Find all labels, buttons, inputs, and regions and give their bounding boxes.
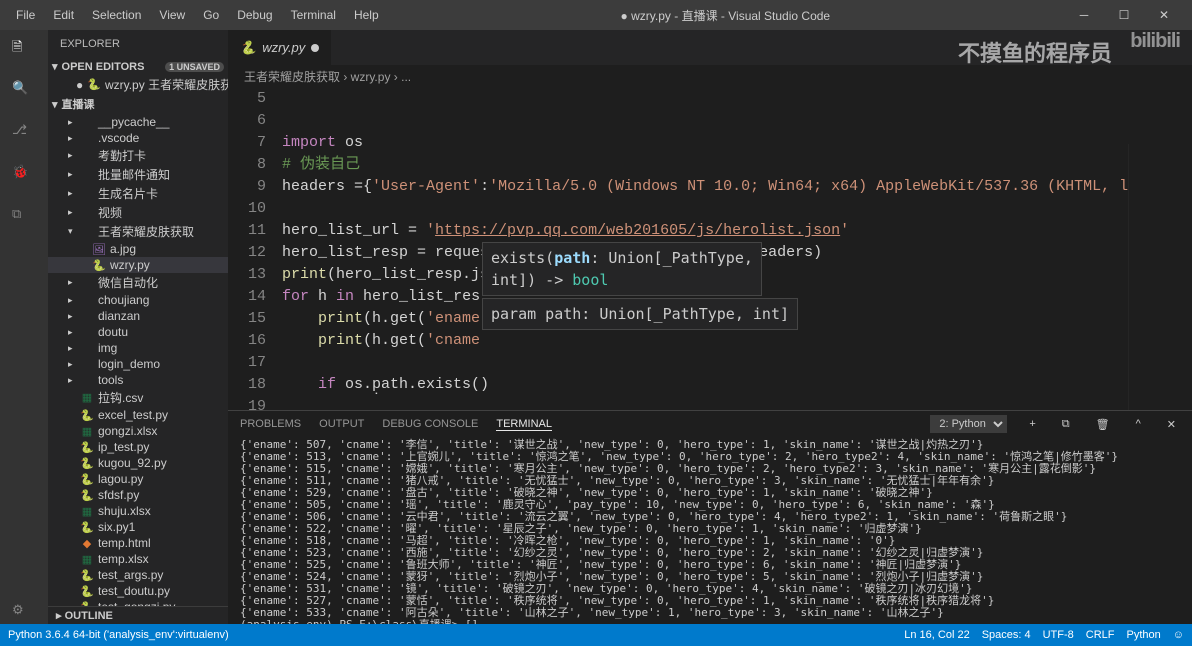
workspace-name: 直播课 [62,96,95,112]
open-editor-filename: wzry.py 王者荣耀皮肤获取 [105,76,244,93]
folder-.vscode[interactable]: ▸.vscode [48,130,228,146]
file-lagou.py[interactable]: 🐍lagou.py [48,471,228,487]
window-title: ● wzry.py - 直播课 - Visual Studio Code [387,7,1064,24]
menu-selection[interactable]: Selection [84,4,149,26]
split-terminal-icon[interactable]: ⧉ [1058,418,1074,431]
python-interpreter[interactable]: Python 3.6.4 64-bit ('analysis_env':virt… [8,629,229,641]
file-tree: ▸__pycache__▸.vscode▸考勤打卡▸批量邮件通知▸生成名片卡▸视… [48,114,228,606]
signature-hint: exists(path: Union[_PathType,int]) -> bo… [482,242,762,296]
file-sfdsf.py[interactable]: 🐍sfdsf.py [48,487,228,503]
debug-icon[interactable]: 🐞 [12,164,36,188]
folder-img[interactable]: ▸img [48,340,228,356]
source-control-icon[interactable]: ⎇ [12,122,36,146]
folder-doutu[interactable]: ▸doutu [48,324,228,340]
file-temp.xlsx[interactable]: ▦temp.xlsx [48,551,228,567]
status-item[interactable]: UTF-8 [1043,629,1074,641]
folder-批量邮件通知[interactable]: ▸批量邮件通知 [48,165,228,184]
open-editors-label: OPEN EDITORS [62,61,145,73]
status-item[interactable]: ☺ [1173,629,1184,641]
file-wzry.py[interactable]: 🐍wzry.py [48,257,228,273]
terminal-output[interactable]: {'ename': 507, 'cname': '李信', 'title': '… [228,437,1192,624]
menubar: FileEditSelectionViewGoDebugTerminalHelp [8,4,387,26]
folder-王者荣耀皮肤获取[interactable]: ▾王者荣耀皮肤获取 [48,222,228,241]
menu-debug[interactable]: Debug [229,4,280,26]
maximize-icon[interactable]: ☐ [1104,4,1144,26]
sidebar: EXPLORER ▾ OPEN EDITORS 1 UNSAVED ● 🐍 wz… [48,30,228,624]
file-ip_test.py[interactable]: 🐍ip_test.py [48,439,228,455]
titlebar: FileEditSelectionViewGoDebugTerminalHelp… [0,0,1192,30]
file-test_gongzi.py[interactable]: 🐍test_gongzi.py [48,599,228,606]
menu-go[interactable]: Go [195,4,227,26]
menu-view[interactable]: View [151,4,193,26]
unsaved-dot-icon [311,44,319,52]
status-item[interactable]: Python [1127,629,1161,641]
panel-tabs: PROBLEMS OUTPUT DEBUG CONSOLE TERMINAL 2: P… [228,411,1192,437]
status-item[interactable]: Ln 16, Col 22 [904,629,969,641]
folder-choujiang[interactable]: ▸choujiang [48,292,228,308]
maximize-panel-icon[interactable]: ^ [1132,418,1145,430]
file-temp.html[interactable]: ◆temp.html [48,535,228,551]
folder-微信自动化[interactable]: ▸微信自动化 [48,273,228,292]
folder-__pycache__[interactable]: ▸__pycache__ [48,114,228,130]
bottom-panel: PROBLEMS OUTPUT DEBUG CONSOLE TERMINAL 2: P… [228,410,1192,624]
status-item[interactable]: CRLF [1086,629,1115,641]
folder-login_demo[interactable]: ▸login_demo [48,356,228,372]
new-terminal-icon[interactable]: + [1025,418,1039,430]
file-shuju.xlsx[interactable]: ▦shuju.xlsx [48,503,228,519]
folder-考勤打卡[interactable]: ▸考勤打卡 [48,146,228,165]
tab-wzry[interactable]: 🐍 wzry.py [228,30,332,65]
search-icon[interactable]: 🔍 [12,80,36,104]
breadcrumb[interactable]: 王者荣耀皮肤获取 › wzry.py › ... [228,65,1192,88]
panel-tab-problems[interactable]: PROBLEMS [240,418,301,430]
window-controls: ─ ☐ ✕ [1064,4,1184,26]
folder-tools[interactable]: ▸tools [48,372,228,388]
file-拉钩.csv[interactable]: ▦拉钩.csv [48,388,228,407]
outline-header[interactable]: ▸ OUTLINE [48,606,228,624]
file-gongzi.xlsx[interactable]: ▦gongzi.xlsx [48,423,228,439]
close-panel-icon[interactable]: ✕ [1163,418,1180,431]
status-bar: Python 3.6.4 64-bit ('analysis_env':virt… [0,624,1192,646]
open-editor-item[interactable]: ● 🐍 wzry.py 王者荣耀皮肤获取 [48,75,228,94]
file-a.jpg[interactable]: 🖼a.jpg [48,241,228,257]
menu-help[interactable]: Help [346,4,387,26]
menu-terminal[interactable]: Terminal [283,4,344,26]
folder-生成名片卡[interactable]: ▸生成名片卡 [48,184,228,203]
extensions-icon[interactable]: ⧉ [12,206,36,230]
minimap[interactable] [1128,144,1192,410]
workspace-header[interactable]: ▾ 直播课 [48,94,228,114]
folder-视频[interactable]: ▸视频 [48,203,228,222]
file-kugou_92.py[interactable]: 🐍kugou_92.py [48,455,228,471]
panel-tab-output[interactable]: OUTPUT [319,418,364,430]
unsaved-badge: 1 UNSAVED [165,62,224,72]
panel-tab-debug-console[interactable]: DEBUG CONSOLE [382,418,478,430]
explorer-icon[interactable]: 🗎 [12,38,36,62]
file-test_args.py[interactable]: 🐍test_args.py [48,567,228,583]
file-test_doutu.py[interactable]: 🐍test_doutu.py [48,583,228,599]
close-icon[interactable]: ✕ [1144,4,1184,26]
panel-tab-terminal[interactable]: TERMINAL [496,418,552,431]
status-item[interactable]: Spaces: 4 [982,629,1031,641]
file-excel_test.py[interactable]: 🐍excel_test.py [48,407,228,423]
line-numbers: 56789101112131415161718192021 [228,88,282,410]
folder-dianzan[interactable]: ▸dianzan [48,308,228,324]
menu-edit[interactable]: Edit [45,4,82,26]
open-editors-header[interactable]: ▾ OPEN EDITORS 1 UNSAVED [48,58,228,75]
param-hint: param path: Union[_PathType, int] [482,298,798,330]
menu-file[interactable]: File [8,4,43,26]
python-icon: 🐍 [240,40,256,56]
minimize-icon[interactable]: ─ [1064,4,1104,26]
activity-bar: 🗎 🔍 ⎇ 🐞 ⧉ [0,30,48,624]
terminal-selector[interactable]: 2: Python [930,415,1007,433]
editor-tabs: 🐍 wzry.py [228,30,1192,65]
tab-label: wzry.py [262,40,305,55]
code-content[interactable]: import os# 伪装自己headers ={'User-Agent':'M… [282,88,1192,410]
kill-terminal-icon[interactable]: 🗑 [1092,418,1114,431]
gear-icon[interactable]: ⚙ [12,602,24,618]
file-six.py1[interactable]: 🐍six.py1 [48,519,228,535]
sidebar-title: EXPLORER [48,30,228,58]
code-editor[interactable]: 56789101112131415161718192021 import os#… [228,88,1192,410]
editor-area: 🐍 wzry.py 王者荣耀皮肤获取 › wzry.py › ... 56789… [228,30,1192,624]
bilibili-logo: bilibili [1130,30,1180,53]
